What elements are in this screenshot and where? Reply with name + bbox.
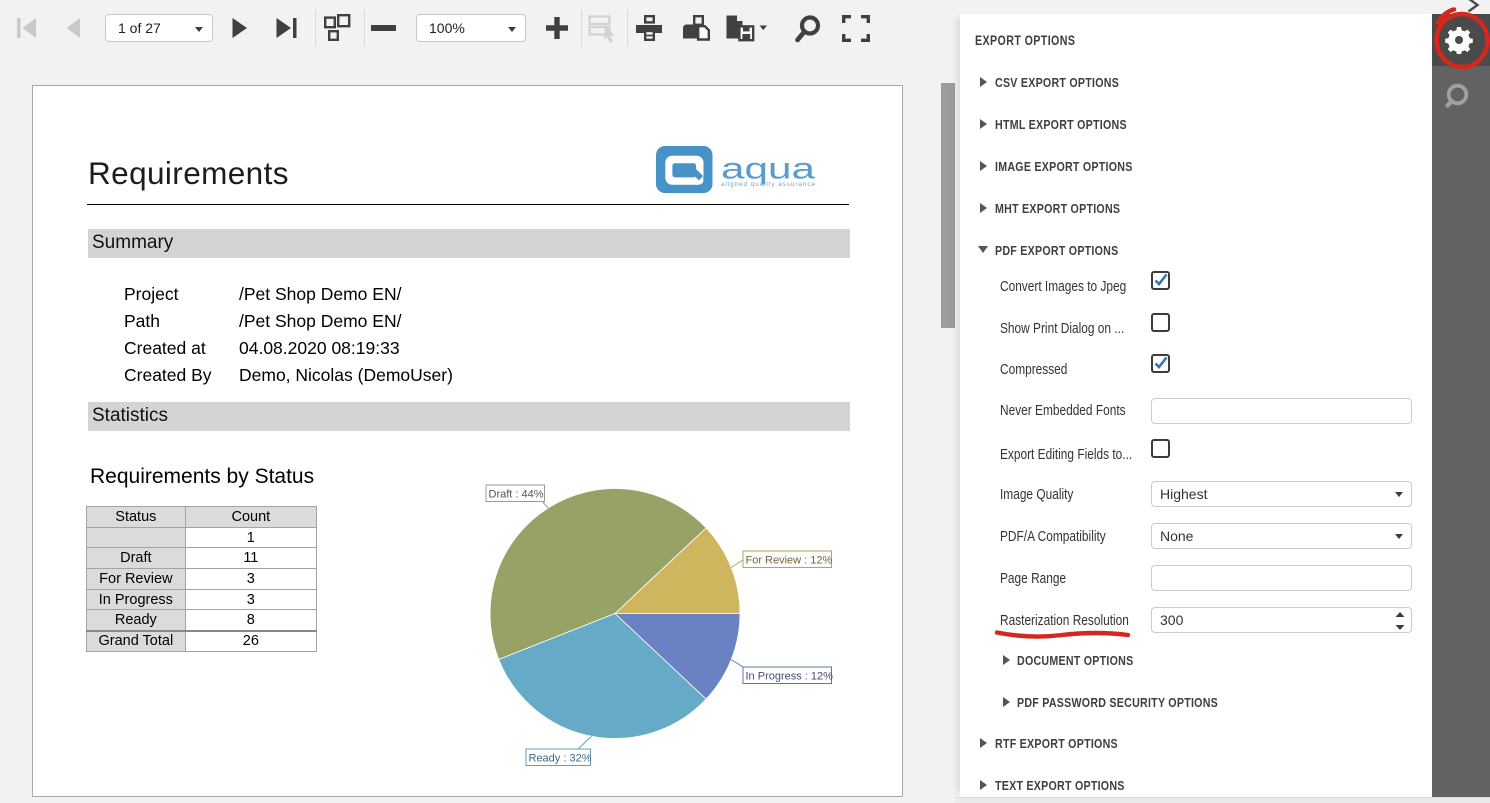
svg-text:For Review : 12%: For Review : 12% bbox=[746, 555, 833, 567]
svg-text:Draft : 44%: Draft : 44% bbox=[489, 489, 544, 501]
svg-text:In Progress : 12%: In Progress : 12% bbox=[746, 671, 834, 683]
svg-text:aligned quality assurance: aligned quality assurance bbox=[721, 181, 815, 188]
svg-text:Ready : 32%: Ready : 32% bbox=[529, 753, 592, 765]
